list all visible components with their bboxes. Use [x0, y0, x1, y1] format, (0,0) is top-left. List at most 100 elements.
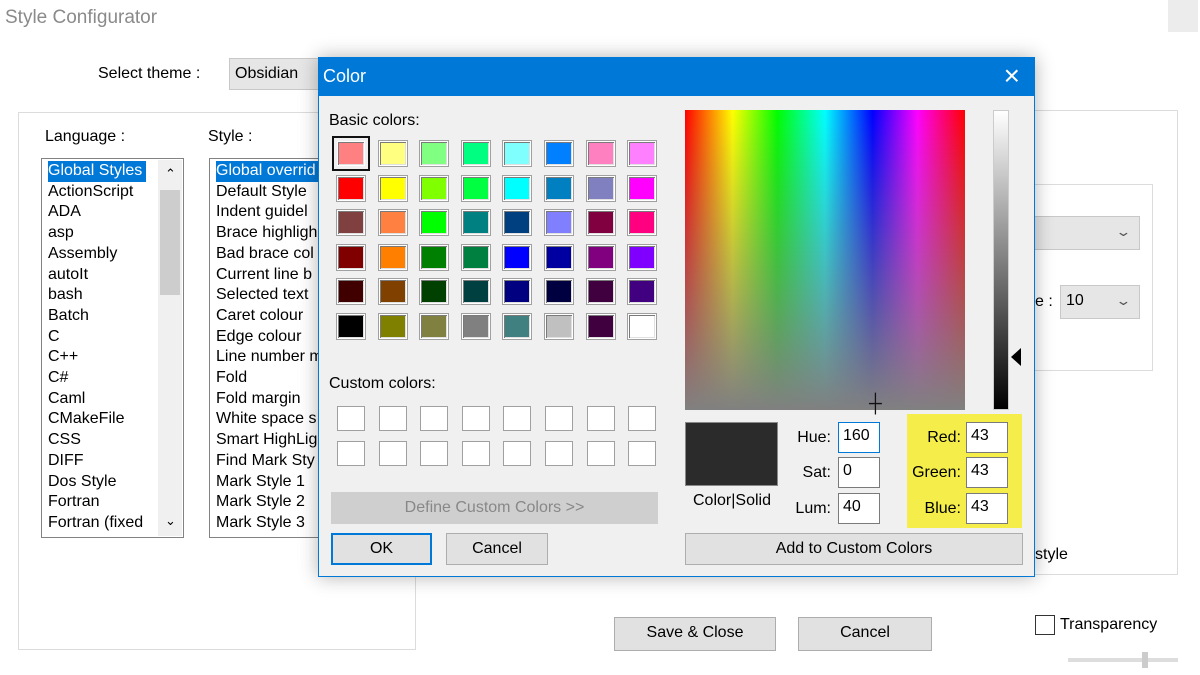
basic-color-swatch[interactable] [627, 278, 658, 306]
custom-color-swatch[interactable] [586, 441, 615, 466]
basic-color-swatch[interactable] [419, 278, 450, 306]
list-item-label: Find Mark Sty [216, 451, 315, 469]
basic-color-swatch[interactable] [585, 243, 616, 271]
basic-color-swatch[interactable] [377, 209, 408, 237]
transparency-slider[interactable] [1068, 658, 1178, 662]
basic-color-swatch[interactable] [460, 174, 491, 202]
basic-color-swatch[interactable] [460, 313, 491, 340]
language-scrollbar[interactable]: ⌃ ⌄ [158, 160, 182, 536]
basic-color-swatch[interactable] [585, 313, 616, 340]
language-list[interactable]: ⌃ ⌄ Global Styles ActionScript ADA asp Assem… [41, 158, 184, 538]
basic-color-swatch[interactable] [585, 140, 616, 167]
list-item-label: Brace highligh [216, 224, 318, 242]
add-to-custom-colors-button[interactable]: Add to Custom Colors [685, 533, 1023, 565]
window-title: Style Configurator [5, 7, 158, 28]
blue-input[interactable]: 43 [966, 493, 1008, 524]
basic-color-swatch[interactable] [502, 278, 533, 306]
basic-color-swatch[interactable] [460, 243, 491, 271]
basic-color-swatch[interactable] [336, 174, 366, 202]
basic-color-swatch[interactable] [502, 243, 533, 271]
close-icon[interactable]: × [1004, 60, 1020, 92]
define-custom-colors-button[interactable]: Define Custom Colors >> [331, 492, 658, 524]
custom-color-swatch[interactable] [503, 441, 532, 466]
basic-color-swatch[interactable] [502, 174, 533, 202]
basic-color-swatch[interactable] [627, 313, 658, 340]
basic-color-swatch[interactable] [627, 174, 658, 202]
custom-color-swatch[interactable] [628, 406, 657, 431]
custom-color-swatch[interactable] [420, 441, 449, 466]
basic-color-swatch[interactable] [336, 278, 366, 306]
basic-color-swatch[interactable] [377, 174, 408, 202]
scroll-down-icon[interactable]: ⌄ [163, 511, 176, 532]
green-input[interactable]: 43 [966, 457, 1008, 488]
basic-color-swatch[interactable] [585, 174, 616, 202]
basic-color-swatch[interactable] [502, 209, 533, 237]
slider-thumb[interactable] [1142, 652, 1148, 668]
basic-color-swatch[interactable] [544, 174, 574, 202]
basic-color-swatch[interactable] [419, 174, 450, 202]
basic-color-swatch[interactable] [377, 243, 408, 271]
custom-color-swatch[interactable] [461, 441, 490, 466]
lum-label: Lum: [795, 500, 831, 517]
transparency-checkbox[interactable] [1035, 615, 1055, 635]
window-close-button[interactable] [1168, 0, 1198, 32]
hue-label: Hue: [797, 429, 831, 446]
save-close-button[interactable]: Save & Close [614, 617, 776, 651]
basic-color-swatch[interactable] [336, 313, 366, 340]
list-item-label: DIFF [48, 451, 84, 469]
basic-color-swatch[interactable] [544, 140, 574, 167]
hue-input[interactable]: 160 [838, 422, 880, 453]
lum-input[interactable]: 40 [838, 493, 880, 524]
basic-color-swatch[interactable] [502, 140, 533, 167]
custom-color-swatch[interactable] [378, 441, 407, 466]
basic-color-swatch[interactable] [377, 313, 408, 340]
basic-color-swatch[interactable] [460, 209, 491, 237]
crosshair-icon[interactable]: ┼ [869, 393, 882, 414]
basic-color-swatch[interactable] [332, 136, 370, 171]
dialog-cancel-button[interactable]: Cancel [446, 533, 548, 565]
cancel-button[interactable]: Cancel [798, 617, 932, 651]
basic-color-swatch[interactable] [544, 243, 574, 271]
color-spectrum[interactable]: ┼ [685, 110, 965, 413]
basic-color-swatch[interactable] [544, 278, 574, 306]
basic-color-swatch[interactable] [377, 278, 408, 306]
custom-color-swatch[interactable] [337, 406, 365, 431]
font-size-label: e : [1035, 293, 1053, 310]
custom-color-swatch[interactable] [628, 441, 657, 466]
font-size-select[interactable]: 10 ⌄ [1060, 285, 1140, 319]
basic-color-swatch[interactable] [460, 140, 491, 167]
ok-button[interactable]: OK [331, 533, 432, 565]
basic-color-swatch[interactable] [585, 209, 616, 237]
custom-color-swatch[interactable] [545, 406, 573, 431]
custom-color-swatch[interactable] [461, 406, 490, 431]
basic-color-swatch[interactable] [377, 140, 408, 167]
custom-color-swatch[interactable] [586, 406, 615, 431]
basic-color-swatch[interactable] [544, 209, 574, 237]
basic-color-swatch[interactable] [336, 209, 366, 237]
basic-color-swatch[interactable] [419, 243, 450, 271]
basic-color-swatch[interactable] [627, 243, 658, 271]
sat-input[interactable]: 0 [838, 457, 880, 488]
custom-color-swatch[interactable] [337, 441, 365, 466]
basic-color-swatch[interactable] [502, 313, 533, 340]
basic-color-swatch[interactable] [460, 278, 491, 306]
custom-color-swatch[interactable] [503, 406, 532, 431]
red-input[interactable]: 43 [966, 422, 1008, 453]
basic-color-swatch[interactable] [585, 278, 616, 306]
scroll-up-icon[interactable]: ⌃ [163, 164, 176, 185]
basic-color-swatch[interactable] [419, 140, 450, 167]
custom-color-swatch[interactable] [420, 406, 449, 431]
scrollbar-thumb[interactable] [160, 190, 180, 295]
custom-color-swatch[interactable] [378, 406, 407, 431]
custom-color-swatch[interactable] [545, 441, 573, 466]
luminance-bar[interactable] [993, 110, 1009, 410]
basic-color-swatch[interactable] [627, 209, 658, 237]
basic-color-swatch[interactable] [544, 313, 574, 340]
basic-color-swatch[interactable] [336, 243, 366, 271]
basic-color-swatch[interactable] [419, 209, 450, 237]
basic-color-swatch[interactable] [627, 140, 658, 167]
basic-color-swatch[interactable] [419, 313, 450, 340]
color-solid-label: Color|Solid [693, 492, 771, 509]
luminance-arrow-icon[interactable] [1011, 348, 1021, 366]
list-item-label: bash [48, 286, 83, 304]
